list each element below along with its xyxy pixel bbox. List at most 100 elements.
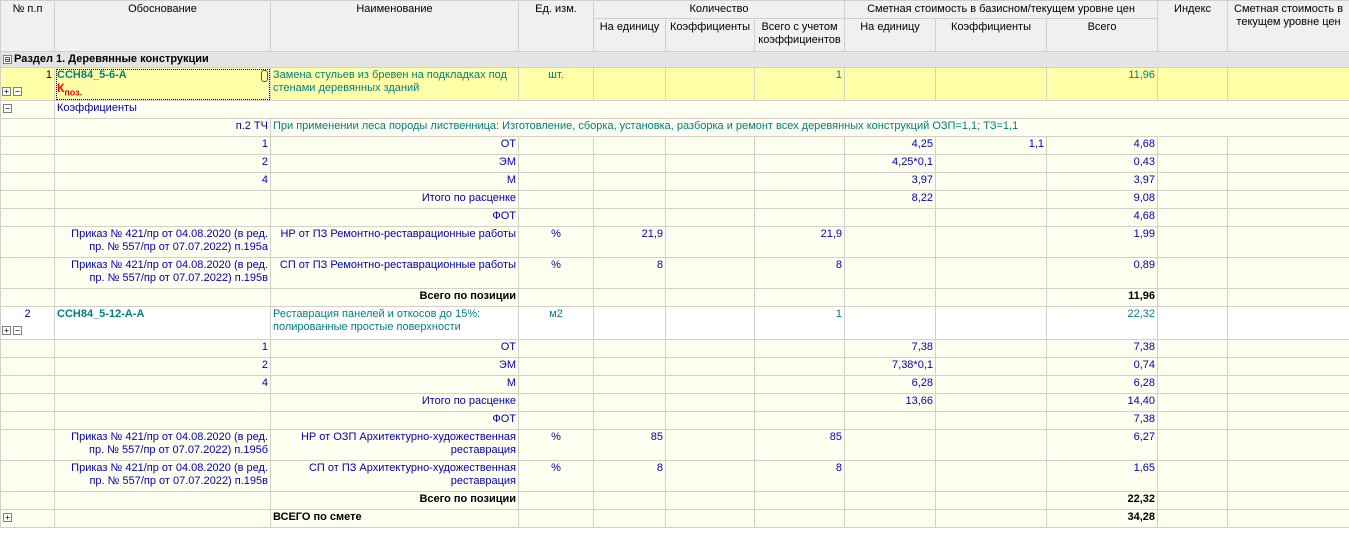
itogo-label: Итого по расценке: [270, 190, 519, 210]
expand-icon[interactable]: +: [2, 86, 11, 96]
qty-total: 85: [754, 429, 845, 462]
table-row[interactable]: Итого по расценке 13,66 14,40: [0, 393, 1349, 413]
table-row[interactable]: Приказ № 421/пр от 04.08.2020 (в ред. пр…: [0, 429, 1349, 462]
table-row[interactable]: Приказ № 421/пр от 04.08.2020 (в ред. пр…: [0, 460, 1349, 493]
attachment-icon[interactable]: [260, 69, 268, 82]
qty-per-unit: 21,9: [593, 226, 666, 259]
position-total-row[interactable]: Всего по позиции 11,96: [0, 288, 1349, 308]
col-header-qty-per-unit[interactable]: На единицу: [593, 18, 666, 52]
cost-per-unit: 7,38: [844, 339, 936, 359]
cost-per-unit: 4,25*0,1: [844, 154, 936, 174]
table-row[interactable]: ФОТ 7,38: [0, 411, 1349, 431]
expand-icon[interactable]: +: [2, 325, 11, 335]
col-header-qty-coef[interactable]: Коэффициенты: [665, 18, 755, 52]
overhead-name: НР от ОЗП Архитектурно-художественная ре…: [270, 429, 519, 462]
cost-per-unit: 8,22: [844, 190, 936, 210]
cost-per-unit: 3,97: [844, 172, 936, 192]
col-header-cost[interactable]: Сметная стоимость в базисном/текущем уро…: [843, 0, 1159, 19]
col-header-qty[interactable]: Количество: [593, 0, 845, 19]
itogo-label: Итого по расценке: [270, 393, 519, 413]
table-row[interactable]: 4 М 3,97 3,97: [0, 172, 1349, 192]
table-row[interactable]: 2 ЭМ 4,25*0,1 0,43: [0, 154, 1349, 174]
grand-total-row[interactable]: + ВСЕГО по смете 34,28: [0, 509, 1349, 529]
position-total-label: Всего по позиции: [270, 491, 519, 511]
table-row[interactable]: 2 ЭМ 7,38*0,1 0,74: [0, 357, 1349, 377]
cost-total: 6,28: [1045, 375, 1159, 395]
item-number: 2: [24, 308, 31, 321]
grand-total: 34,28: [1045, 509, 1159, 529]
collapse-icon[interactable]: −: [3, 103, 12, 113]
cost-total: 0,74: [1045, 357, 1159, 377]
table-row[interactable]: Приказ № 421/пр от 04.08.2020 (в ред. пр…: [0, 257, 1349, 290]
position-total-row[interactable]: Всего по позиции 22,32: [0, 491, 1349, 511]
table-row[interactable]: Приказ № 421/пр от 04.08.2020 (в ред. пр…: [0, 226, 1349, 259]
resource-num: 2: [54, 357, 271, 377]
cost-per-unit: 7,38*0,1: [844, 357, 936, 377]
col-header-cost-per-unit[interactable]: На единицу: [844, 18, 936, 52]
coef-text: При применении леса породы лиственница: …: [269, 118, 1349, 138]
table-row[interactable]: ФОТ 4,68: [0, 208, 1349, 228]
qty-total: 1: [754, 66, 845, 102]
cost-total: 22,32: [1045, 306, 1159, 341]
cost-per-unit: 6,28: [844, 375, 936, 395]
resource-name: М: [270, 375, 519, 395]
item-unit: м2: [518, 306, 594, 341]
col-header-qty-total[interactable]: Всего с учетом коэффициентов: [754, 18, 845, 52]
resource-name: ОТ: [270, 136, 519, 156]
basis-text: Приказ № 421/пр от 04.08.2020 (в ред. пр…: [54, 460, 271, 493]
coef-row[interactable]: п.2 ТЧ При применении леса породы листве…: [0, 118, 1349, 138]
cost-coef: 1,1: [935, 136, 1047, 156]
cost-total: 11,96: [1045, 66, 1159, 102]
cost-total: 0,89: [1045, 257, 1159, 290]
item-code[interactable]: ССН84_5-12-А-А: [54, 306, 271, 341]
col-header-unit[interactable]: Ед. изм.: [518, 0, 594, 52]
cost-total: 1,65: [1045, 460, 1159, 493]
unit: %: [518, 429, 594, 462]
resource-name: ЭМ: [270, 154, 519, 174]
resource-num: 1: [54, 339, 271, 359]
table-row[interactable]: 2 + − ССН84_5-12-А-А Реставрация панелей …: [0, 306, 1349, 341]
coef-header-row[interactable]: − Коэффициенты: [0, 100, 1349, 120]
resource-num: 4: [54, 172, 271, 192]
qty-total: 8: [754, 257, 845, 290]
col-header-basis[interactable]: Обоснование: [54, 0, 271, 52]
table-row[interactable]: 1 + − ССН84_5-6-А Кпоз. Замена стульев из…: [0, 66, 1349, 102]
col-header-num[interactable]: № п.п: [0, 0, 55, 52]
table-row[interactable]: 4 М 6,28 6,28: [0, 375, 1349, 395]
collapse-icon[interactable]: −: [13, 325, 22, 335]
table-row[interactable]: Итого по расценке 8,22 9,08: [0, 190, 1349, 210]
col-header-cost-current[interactable]: Сметная стоимость в текущем уровне цен: [1227, 0, 1349, 52]
col-header-cost-coef[interactable]: Коэффициенты: [935, 18, 1047, 52]
item-unit: шт.: [518, 66, 594, 102]
section-row[interactable]: ⊟ Раздел 1. Деревянные конструкции: [0, 51, 1349, 68]
table-row[interactable]: 1 ОТ 4,25 1,1 4,68: [0, 136, 1349, 156]
item-number: 1: [45, 69, 52, 81]
cost-total: 1,99: [1045, 226, 1159, 259]
cost-total: 3,97: [1045, 172, 1159, 192]
resource-num: 4: [54, 375, 271, 395]
unit: %: [518, 226, 594, 259]
col-header-name[interactable]: Наименование: [270, 0, 519, 52]
col-header-index[interactable]: Индекс: [1157, 0, 1229, 52]
qty-total: 8: [754, 460, 845, 493]
item-name: Замена стульев из бревен на подкладках п…: [270, 66, 519, 102]
cost-total: 4,68: [1045, 208, 1159, 228]
cost-total: 0,43: [1045, 154, 1159, 174]
position-total: 22,32: [1045, 491, 1159, 511]
collapse-icon[interactable]: ⊟: [3, 54, 12, 64]
grand-total-label: ВСЕГО по смете: [270, 509, 519, 529]
fot-label: ФОТ: [270, 208, 519, 228]
item-code[interactable]: ССН84_5-6-А: [57, 69, 268, 82]
cost-total: 6,27: [1045, 429, 1159, 462]
qty-total: 1: [754, 306, 845, 341]
expand-icon[interactable]: +: [3, 512, 12, 522]
item-name: Реставрация панелей и откосов до 15%: по…: [270, 306, 519, 341]
profit-name: СП от ПЗ Архитектурно-художественная рес…: [270, 460, 519, 493]
col-header-cost-total[interactable]: Всего: [1045, 18, 1159, 52]
qty-per-unit: 8: [593, 257, 666, 290]
collapse-icon[interactable]: −: [13, 86, 22, 96]
basis-text: Приказ № 421/пр от 04.08.2020 (в ред. пр…: [54, 429, 271, 462]
cost-total: 7,38: [1045, 339, 1159, 359]
table-row[interactable]: 1 ОТ 7,38 7,38: [0, 339, 1349, 359]
cost-per-unit: 4,25: [844, 136, 936, 156]
